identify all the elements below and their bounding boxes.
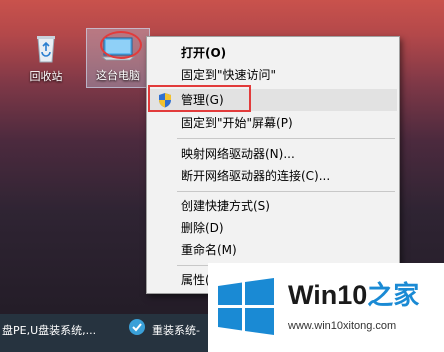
menu-separator (177, 138, 395, 139)
menu-item-pin-quick-access[interactable]: 固定到"快速访问" (149, 64, 397, 86)
brand-title-main: Win10 (288, 280, 368, 310)
menu-item-label: 固定到"开始"屏幕(P) (181, 116, 293, 130)
recycle-bin-icon (37, 36, 55, 63)
brand-url: www.win10xitong.com (288, 320, 397, 332)
windows-logo-icon (218, 278, 274, 335)
app-icon (129, 319, 145, 335)
menu-item-delete[interactable]: 删除(D) (149, 217, 397, 239)
recycle-bin-label: 回收站 (29, 70, 63, 83)
annotation-rectangle (148, 85, 251, 112)
menu-item-pin-start[interactable]: 固定到"开始"屏幕(P) (149, 112, 397, 134)
brand-title-zh: 之家 (367, 280, 420, 310)
annotation-circle (100, 31, 142, 59)
taskbar-item-reinstall[interactable]: 重装系统- (152, 322, 200, 338)
menu-item-rename[interactable]: 重命名(M) (149, 239, 397, 261)
menu-item-map-network-drive[interactable]: 映射网络驱动器(N)... (149, 143, 397, 165)
menu-item-label: 映射网络驱动器(N)... (181, 147, 295, 161)
menu-separator (177, 191, 395, 192)
menu-item-open[interactable]: 打开(O) (149, 42, 397, 64)
menu-item-label: 打开(O) (181, 46, 227, 60)
site-watermark: Win10之家 www.win10xitong.com (208, 263, 444, 352)
brand-title: Win10之家 (288, 275, 419, 312)
menu-item-label: 固定到"快速访问" (181, 68, 277, 82)
menu-item-label: 重命名(M) (181, 243, 237, 257)
context-menu: 打开(O) 固定到"快速访问" 管理(G) 固定到"开始"屏幕(P) 映射网络驱… (146, 36, 400, 294)
menu-item-disconnect-network-drive[interactable]: 断开网络驱动器的连接(C)... (149, 165, 397, 187)
menu-item-label: 断开网络驱动器的连接(C)... (181, 169, 331, 183)
menu-item-label: 创建快捷方式(S) (181, 199, 270, 213)
recycle-bin-desktop-icon[interactable]: 回收站 (18, 30, 74, 86)
this-pc-label: 这台电脑 (96, 69, 140, 82)
menu-item-create-shortcut[interactable]: 创建快捷方式(S) (149, 195, 397, 217)
menu-item-label: 删除(D) (181, 221, 224, 235)
taskbar-item-usb-pe[interactable]: 盘PE,U盘装系统,... (2, 322, 96, 338)
